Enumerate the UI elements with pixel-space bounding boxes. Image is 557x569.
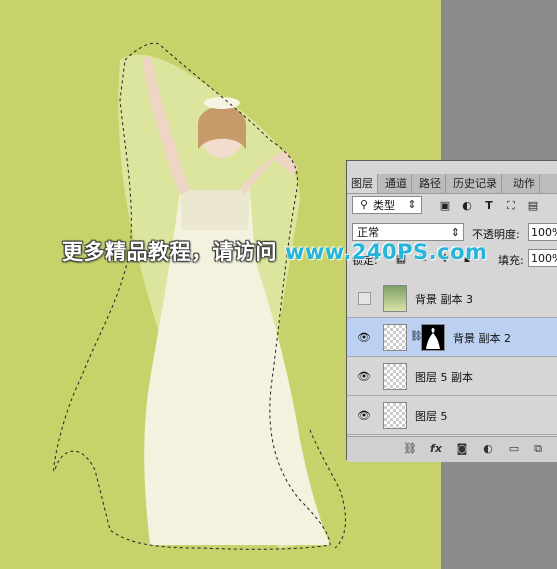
- smart-object-filter-icon[interactable]: ▤: [526, 199, 540, 213]
- watermark-url: www.240PS.com: [285, 240, 488, 264]
- watermark: 更多精品教程，请访问 www.240PS.com: [62, 236, 487, 266]
- fx-icon[interactable]: fx: [429, 442, 443, 456]
- search-icon: ⚲: [359, 198, 369, 211]
- new-layer-icon[interactable]: ⧉: [531, 442, 545, 456]
- layer-filter-select[interactable]: ⚲ 类型 ⇕: [352, 196, 422, 214]
- fill-label: 填充:: [498, 254, 524, 267]
- layers-panel-toolbar: ⛓ fx ◙ ◐ ▭ ⧉: [347, 436, 557, 462]
- layer-thumbnail: [383, 324, 407, 351]
- layer-thumbnail: [383, 285, 407, 312]
- tab-actions[interactable]: 动作: [509, 174, 540, 193]
- adjustment-filter-icon[interactable]: ◐: [460, 199, 474, 213]
- watermark-chinese-text: 更多精品教程，请访问: [62, 240, 277, 264]
- filter-row: ⚲ 类型 ⇕ ▣ ◐ T ⛶ ▤: [352, 196, 557, 216]
- visibility-toggle[interactable]: [358, 292, 371, 305]
- add-mask-icon[interactable]: ◙: [455, 442, 469, 456]
- layer-row-selected[interactable]: 👁︎ ⛓ 背景 副本 2: [347, 318, 557, 357]
- link-icon[interactable]: ⛓: [403, 442, 417, 456]
- tiara: [204, 97, 240, 109]
- layers-panel: 图层 通道 路径 历史记录 动作 ⚲ 类型 ⇕ ▣ ◐ T ⛶ ▤ 正常 ⇕ 不…: [346, 160, 557, 462]
- bodice-shape: [180, 190, 250, 230]
- layer-thumbnail: [383, 402, 407, 429]
- eye-icon[interactable]: 👁︎: [357, 409, 371, 423]
- mask-silhouette-icon: [426, 328, 440, 349]
- filter-type-label: 类型: [373, 199, 395, 212]
- layer-thumbnail: [383, 363, 407, 390]
- tab-channels[interactable]: 通道: [381, 174, 412, 193]
- panel-tabs: 图层 通道 路径 历史记录 动作: [347, 174, 557, 194]
- tab-paths[interactable]: 路径: [415, 174, 446, 193]
- layer-name: 背景 副本 3: [415, 293, 473, 306]
- eye-icon[interactable]: 👁︎: [357, 331, 371, 345]
- tab-history[interactable]: 历史记录: [449, 174, 502, 193]
- adjustment-layer-icon[interactable]: ◐: [481, 442, 495, 456]
- text-filter-icon[interactable]: T: [482, 199, 496, 213]
- new-group-icon[interactable]: ▭: [507, 442, 521, 456]
- fill-field[interactable]: 100%: [528, 249, 557, 267]
- tab-layers[interactable]: 图层: [347, 174, 378, 193]
- layer-name: 背景 副本 2: [453, 332, 511, 345]
- layer-row[interactable]: 背景 副本 3: [347, 279, 557, 318]
- opacity-field[interactable]: 100%: [528, 223, 557, 241]
- layer-mask-thumbnail[interactable]: [421, 324, 445, 351]
- shape-filter-icon[interactable]: ⛶: [504, 199, 518, 213]
- layer-row[interactable]: 👁︎ 图层 5: [347, 396, 557, 435]
- image-filter-icon[interactable]: ▣: [438, 199, 452, 213]
- layer-row[interactable]: 👁︎ 图层 5 副本: [347, 357, 557, 396]
- chevron-down-icon: ⇕: [407, 198, 417, 211]
- layer-name: 图层 5 副本: [415, 371, 473, 384]
- eye-icon[interactable]: 👁︎: [357, 370, 371, 384]
- layer-name: 图层 5: [415, 410, 448, 423]
